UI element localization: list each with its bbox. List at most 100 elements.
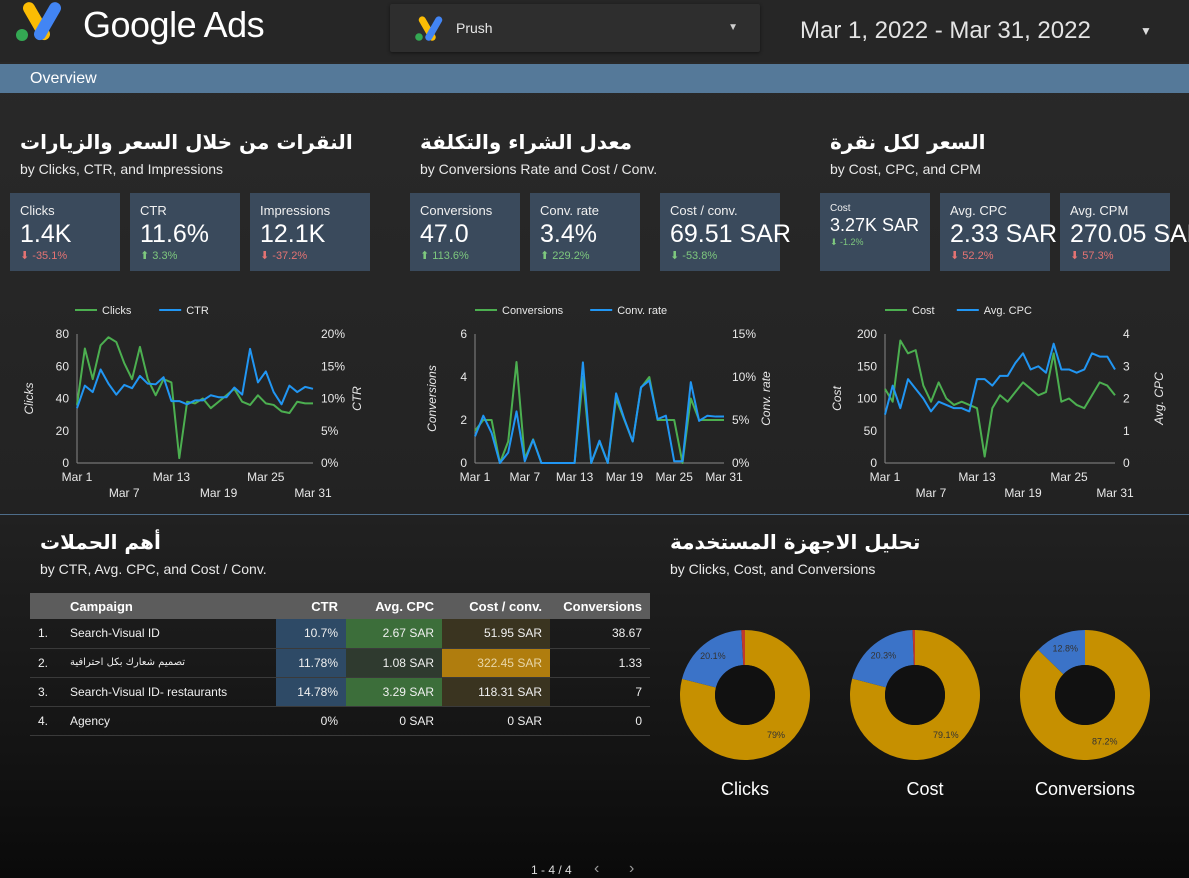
cost-conv-header[interactable]: Cost / conv. [442, 593, 550, 619]
row-index: 1. [30, 619, 62, 649]
device-donut-charts: 79% 20.1% 79.1% 20.3% 87.2% 12.8% [680, 630, 1150, 760]
ctr-header[interactable]: CTR [276, 593, 346, 619]
y-tick-label: 150 [857, 359, 877, 373]
conversions-cell: 7 [550, 677, 650, 707]
y2-tick-label: 1 [1123, 424, 1130, 438]
kpi-label: Conversions [420, 203, 493, 218]
y-tick-label: 6 [460, 327, 467, 341]
avg-cpc-header[interactable]: Avg. CPC [346, 593, 442, 619]
x-tick-label: Mar 19 [200, 486, 238, 500]
kpi-card: Avg. CPM270.05 SAR⬇ 57.3% [1060, 193, 1189, 271]
donut-slice-label: 12.8% [1052, 644, 1078, 654]
conversions-header[interactable]: Conversions [550, 593, 650, 619]
kpi-card: Impressions 12.1K ⬇ -37.2% [250, 193, 370, 271]
y2-tick-label: 5% [321, 424, 339, 438]
y2-tick-label: 4 [1123, 327, 1130, 341]
tab-overview[interactable]: Overview [0, 64, 1189, 93]
brand-title: Google Ads [83, 4, 265, 45]
kpi-card: Conv. rate 3.4% ⬆ 229.2% [530, 193, 640, 271]
cost-conv-cell: 118.31 SAR [442, 677, 550, 707]
chevron-left-icon[interactable]: ‹ [594, 860, 599, 878]
y-axis-title: Cost [830, 386, 844, 411]
kpi-value: 1.4K [20, 220, 72, 248]
y2-tick-label: 0% [321, 456, 339, 470]
y2-tick-label: 0 [1123, 456, 1130, 470]
pagination-text: 1 - 4 / 4 [531, 863, 572, 877]
kpi-change: ⬇ -35.1% [20, 249, 67, 262]
chevron-down-icon[interactable]: ▼ [1140, 24, 1152, 38]
series-line-cost [884, 339, 1116, 458]
legend-label: Clicks [102, 305, 132, 317]
arrow-up-icon: ⬆ [420, 250, 433, 262]
kpi-value: 12.1K [260, 220, 326, 248]
donut-slice-label: 79.1% [933, 730, 959, 740]
row-index: 3. [30, 677, 62, 707]
x-tick-label: Mar 31 [294, 486, 332, 500]
arrow-down-icon: ⬇ [20, 250, 33, 262]
kpi-change-value: 113.6% [432, 250, 469, 262]
kpi-change: ⬇ 57.3% [1070, 249, 1113, 262]
kpi-card: CTR 11.6% ⬆ 3.3% [130, 193, 240, 271]
kpi-value: 3.4% [540, 220, 597, 248]
conversions-cell: 38.67 [550, 619, 650, 649]
campaign-name-cell: Search-Visual ID [62, 619, 276, 649]
kpi-change-value: -53.8% [682, 250, 718, 262]
conversions-cell: 1.33 [550, 648, 650, 678]
kpi-change-value: 57.3% [1082, 250, 1114, 262]
kpi-label: CTR [140, 203, 167, 218]
kpi-label: Avg. CPM [1070, 203, 1129, 218]
x-tick-label: Mar 1 [460, 470, 491, 484]
x-tick-label: Mar 19 [606, 470, 644, 484]
kpi-change: ⬇ -1.2% [830, 237, 864, 248]
donut-slice-label: 87.2% [1092, 736, 1118, 746]
donut-label-clicks: Clicks [721, 779, 769, 799]
ctr-cell: 10.7% [276, 619, 346, 649]
kpi-change-value: 229.2% [552, 250, 590, 262]
y-axis-title: Conversions [425, 365, 439, 432]
table-row[interactable]: 3. Search-Visual ID- restaurants 14.78% 3.2… [30, 677, 650, 707]
legend-label: Avg. CPC [984, 305, 1032, 317]
x-tick-label: Mar 31 [705, 470, 743, 484]
campaign-header[interactable]: Campaign [62, 593, 276, 619]
table-row[interactable]: 1. Search-Visual ID 10.7% 2.67 SAR 51.95 SAR… [30, 619, 650, 649]
kpi-change: ⬆ 229.2% [540, 249, 590, 262]
campaign-name-cell: Agency [62, 706, 276, 736]
arrow-down-icon: ⬇ [950, 250, 963, 262]
x-tick-label: Mar 13 [958, 470, 996, 484]
x-tick-label: Mar 7 [109, 486, 140, 500]
donut-slice-label: 20.1% [700, 651, 726, 661]
campaign-name-cell: Search-Visual ID- restaurants [62, 677, 276, 707]
date-range[interactable]: Mar 1, 2022 - Mar 31, 2022 [800, 17, 1091, 45]
section-subtitle-campaigns: by CTR, Avg. CPC, and Cost / Conv. [40, 561, 267, 577]
y-tick-label: 0 [460, 456, 467, 470]
table-row[interactable]: 2. تصميم شعارك بكل احترافية 11.78% 1.08 SAR… [30, 648, 650, 678]
y2-tick-label: 5% [732, 413, 750, 427]
section-title-cpc: السعر لكل نقرة [830, 130, 986, 154]
table-header-row: Campaign CTR Avg. CPC Cost / conv. Conve… [30, 593, 650, 619]
kpi-label: Conv. rate [540, 203, 600, 218]
y-tick-label: 200 [857, 327, 877, 341]
donut-slice-label: 79% [767, 730, 785, 740]
series-line-conv-rate [474, 361, 724, 464]
x-tick-label: Mar 1 [870, 470, 901, 484]
clicks-ctr-chart: Clicks CTR 0 20 40 60 80 0% 5% 10% 15% 20% Clicks CTR… [22, 305, 364, 500]
cost-cpc-chart: Cost Avg. CPC 0 50 100 150 200 0 1 2 3 4 Cost Avg. CP… [830, 305, 1166, 500]
section-subtitle-cpc: by Cost, CPC, and CPM [830, 161, 981, 177]
x-tick-label: Mar 25 [656, 470, 694, 484]
chevron-right-icon[interactable]: › [629, 860, 634, 878]
table-row[interactable]: 4. Agency 0% 0 SAR 0 SAR 0 [30, 706, 650, 736]
legend-label: Conversions [502, 305, 564, 317]
y-tick-label: 50 [864, 424, 878, 438]
account-selector[interactable]: Prush ▼ [390, 4, 760, 52]
y2-tick-label: 15% [732, 327, 756, 341]
section-subtitle-clicks: by Clicks, CTR, and Impressions [20, 161, 224, 177]
y2-tick-label: 10% [321, 392, 345, 406]
section-title-devices: تحليل الاجهزة المستخدمة [670, 530, 921, 554]
y-axis-title: Clicks [22, 383, 36, 415]
avg-cpc-cell: 2.67 SAR [346, 619, 442, 649]
y2-tick-label: 2 [1123, 392, 1130, 406]
x-tick-label: Mar 7 [916, 486, 947, 500]
donut-hole [1055, 665, 1115, 725]
cost-conv-cell: 0 SAR [442, 706, 550, 736]
campaign-table-body: 1. Search-Visual ID 10.7% 2.67 SAR 51.95 SAR… [30, 619, 650, 736]
